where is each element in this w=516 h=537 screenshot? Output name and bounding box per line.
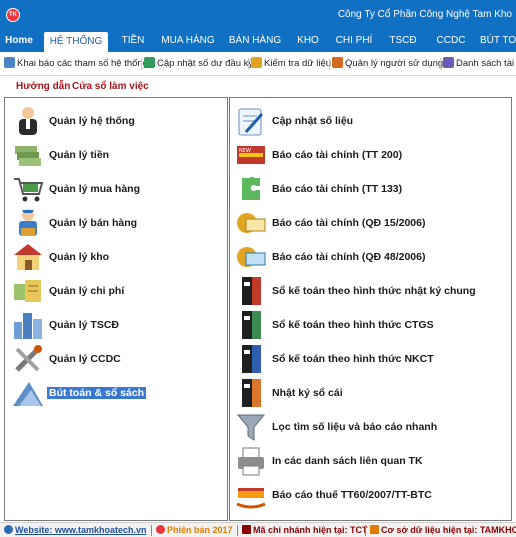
version-info: Phiên bản 2017 [156,525,233,536]
users-settings-icon [4,57,15,68]
report-qd15-icon [237,213,266,233]
tab-tien[interactable]: TIỀN [114,30,152,52]
tab-kho[interactable]: KHO [292,30,324,52]
ledger-icon [13,382,43,406]
title-bar: TK Công Ty Cổ Phần Công Nghệ Tam Kho [0,0,516,30]
app-logo-small-icon [156,525,165,534]
tab-he-thong[interactable]: HỆ THỐNG [44,32,108,52]
printer-icon [238,447,264,476]
globe-icon [4,525,13,534]
database-icon [370,525,379,534]
ribbon-tabs: Home HỆ THỐNG TIỀN MUA HÀNG BÁN HÀNG KHO… [0,30,516,52]
right-module-panel: Cập nhật số liệu NEW Báo cáo tài chính (… [229,97,512,521]
binder-green-icon [242,311,261,339]
puzzle-icon [242,176,260,200]
work-window-link[interactable]: Cửa sổ làm việc [72,81,149,92]
company-name: Công Ty Cổ Phần Công Nghệ Tam Kho [337,9,512,20]
expense-icon [14,280,41,302]
toolbar-opening-balance[interactable]: Cập nhật số dư đầu kỳ▼ [144,57,262,71]
update-data-icon [238,108,264,136]
toolbar-system-params[interactable]: Khai báo các tham số hệ thống▼ [4,57,157,71]
binder-orange-icon [242,379,261,407]
list-icon [443,57,454,68]
toolbar-user-management[interactable]: Quản lý người sử dụng▼ [332,57,452,71]
tab-mua-hang[interactable]: MUA HÀNG [158,30,218,52]
tax-report-icon [236,488,266,509]
user-manage-icon [332,57,343,68]
tab-ccdc[interactable]: CCDC [432,30,470,52]
system-admin-icon [19,107,37,135]
report-qd48-icon [237,247,266,267]
left-module-panel: Quản lý hệ thống Quản lý tiền Quản lý mu… [4,97,228,521]
binder-blue-icon [242,345,261,373]
website-link[interactable]: Website: www.tamkhoatech.vn [4,525,147,536]
ribbon-toolbar: Khai báo các tham số hệ thống▼ Cập nhật … [0,52,516,76]
tab-home[interactable]: Home [0,30,38,52]
database-info: Cơ sở dữ liệu hiện tại: TAMKHOA [370,525,516,536]
filter-icon [236,414,266,441]
app-logo-icon: TK [6,8,20,22]
tab-tscd[interactable]: TSCĐ [384,30,422,52]
branch-info: Mã chi nhánh hiện tại: TCT [242,525,368,536]
toolbar-account-list[interactable]: Danh sách tài kh [443,57,516,71]
sub-menu-bar: Hướng dẫn Cửa sổ làm việc [0,77,516,97]
sales-person-icon [19,209,37,236]
svg-text:NEW: NEW [239,148,251,154]
tools-icon [15,345,42,372]
binder-red-icon [242,277,261,305]
check-data-icon [251,57,262,68]
warehouse-icon [14,244,42,270]
tab-chi-phi[interactable]: CHI PHÍ [332,30,376,52]
toolbar-check-data[interactable]: Kiểm tra dữ liệu▼ [251,57,340,71]
report-tt200-icon: NEW [237,146,265,164]
shopping-cart-icon [14,178,44,202]
money-icon [15,146,41,166]
status-bar: Website: www.tamkhoatech.vn Phiên bản 20… [0,522,516,537]
arrow-update-icon [144,57,155,68]
tab-ban-hang[interactable]: BÁN HÀNG [226,30,284,52]
branch-icon [242,525,251,534]
buildings-icon [14,313,42,339]
tab-but-toan[interactable]: BÚT TO [480,30,516,52]
guide-link[interactable]: Hướng dẫn [16,81,70,92]
